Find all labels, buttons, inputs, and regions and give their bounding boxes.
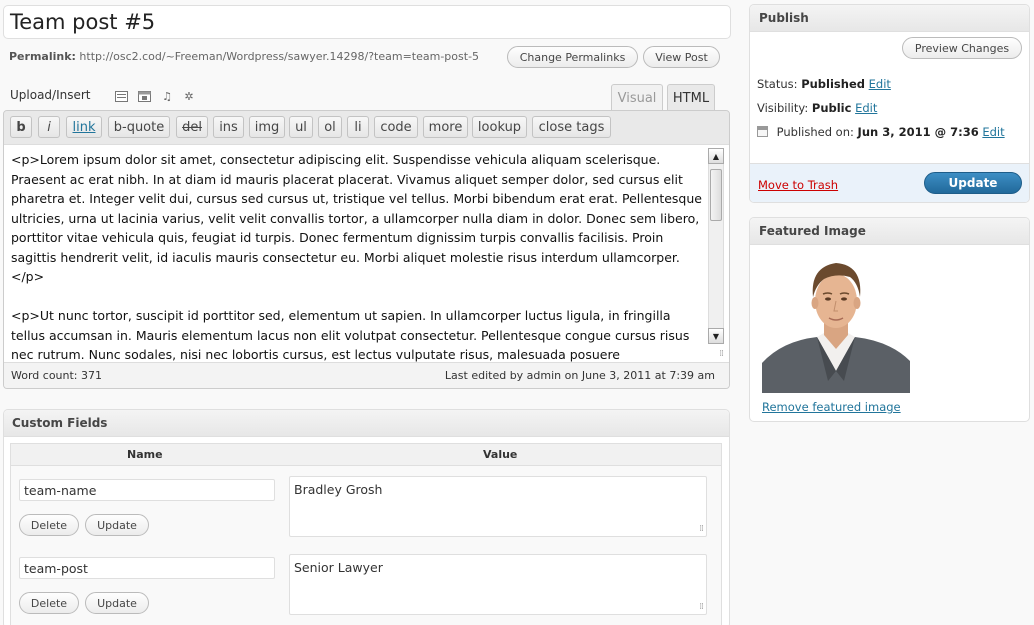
- editor-status-bar: Word count: 371 Last edited by admin on …: [4, 362, 729, 388]
- calendar-icon: [757, 126, 768, 137]
- publish-actions: Move to Trash Update: [750, 163, 1029, 202]
- custom-field-value-textarea[interactable]: Senior Lawyer ⁞⁞: [289, 554, 707, 615]
- scroll-down-icon[interactable]: ▼: [708, 328, 724, 344]
- quicktag-del-button[interactable]: del: [176, 116, 208, 138]
- custom-field-value-text: Bradley Grosh: [294, 482, 383, 497]
- update-field-button[interactable]: Update: [85, 592, 149, 614]
- quicktag-ins-button[interactable]: ins: [213, 116, 244, 138]
- permalink: Permalink: http://osc2.cod/~Freeman/Word…: [9, 50, 479, 63]
- post-title-text: Team post #5: [10, 10, 156, 34]
- remove-featured-image-row: Remove featured image: [762, 400, 901, 414]
- visibility-label: Visibility:: [757, 101, 809, 115]
- quicktag-code-button[interactable]: code: [374, 116, 418, 138]
- published-value: Jun 3, 2011 @ 7:36: [857, 125, 979, 139]
- media-icon[interactable]: ✲: [182, 89, 196, 103]
- scroll-thumb[interactable]: [710, 169, 722, 221]
- custom-field-value-text: Senior Lawyer: [294, 560, 383, 575]
- last-edited: Last edited by admin on June 3, 2011 at …: [444, 369, 715, 382]
- remove-featured-image-link[interactable]: Remove featured image: [762, 400, 901, 414]
- featured-image-box: Featured Image Remove featured image: [749, 217, 1030, 422]
- status-value: Published: [801, 77, 865, 91]
- custom-field-name-input[interactable]: team-post: [19, 557, 275, 579]
- content-text: <p>Lorem ipsum dolor sit amet, consectet…: [11, 152, 702, 362]
- visibility-row: Visibility: Public Edit: [757, 101, 877, 115]
- visibility-value: Public: [811, 101, 852, 115]
- quicktag-img-button[interactable]: img: [249, 116, 285, 138]
- status-row: Status: Published Edit: [757, 77, 891, 91]
- column-name-header: Name: [127, 448, 163, 461]
- quicktag-more-button[interactable]: more: [423, 116, 468, 138]
- scroll-up-icon[interactable]: ▲: [708, 148, 724, 164]
- quicktag-lookup-button[interactable]: lookup: [472, 116, 527, 138]
- delete-field-button[interactable]: Delete: [19, 514, 79, 536]
- update-button[interactable]: Update: [924, 172, 1022, 194]
- video-icon[interactable]: [137, 89, 151, 103]
- status-edit-link[interactable]: Edit: [869, 77, 891, 91]
- resize-grip-icon[interactable]: ⁞⁞: [699, 602, 704, 612]
- custom-fields-table: Name Value team-name Bradley Grosh ⁞⁞ De…: [10, 443, 722, 625]
- custom-fields-box: Custom Fields Name Value team-name Bradl…: [3, 409, 730, 625]
- change-permalinks-button[interactable]: Change Permalinks: [507, 46, 638, 68]
- delete-field-button[interactable]: Delete: [19, 592, 79, 614]
- custom-field-value-textarea[interactable]: Bradley Grosh ⁞⁞: [289, 476, 707, 537]
- quicktags-toolbar: b i link b-quote del ins img ul ol li co…: [4, 111, 729, 143]
- image-icon[interactable]: [114, 89, 128, 103]
- published-edit-link[interactable]: Edit: [982, 125, 1004, 139]
- quicktag-close-tags-button[interactable]: close tags: [532, 116, 611, 138]
- quicktag-bold-button[interactable]: b: [10, 116, 32, 138]
- editor-scrollbar[interactable]: ▲ ▼: [708, 148, 724, 344]
- resize-grip-icon[interactable]: ⁞⁞: [699, 524, 704, 534]
- post-title-input[interactable]: Team post #5: [3, 5, 731, 39]
- upload-insert-label: Upload/Insert: [10, 88, 91, 102]
- quicktag-ol-button[interactable]: ol: [318, 116, 342, 138]
- custom-fields-title[interactable]: Custom Fields: [4, 410, 729, 437]
- status-label: Status:: [757, 77, 798, 91]
- view-post-button[interactable]: View Post: [643, 46, 720, 68]
- published-label: Published on:: [776, 125, 854, 139]
- custom-field-name-input[interactable]: team-name: [19, 479, 275, 501]
- post-editor: b i link b-quote del ins img ul ol li co…: [3, 110, 730, 389]
- custom-fields-header-row: [11, 444, 721, 466]
- resize-grip-icon[interactable]: ⁞⁞: [719, 349, 724, 359]
- column-value-header: Value: [483, 448, 518, 461]
- visibility-edit-link[interactable]: Edit: [855, 101, 877, 115]
- permalink-url[interactable]: http://osc2.cod/~Freeman/Wordpress/sawye…: [79, 50, 479, 63]
- preview-changes-button[interactable]: Preview Changes: [902, 37, 1022, 59]
- quicktag-ul-button[interactable]: ul: [289, 116, 313, 138]
- published-on-row: Published on: Jun 3, 2011 @ 7:36 Edit: [757, 125, 1005, 139]
- quicktag-link-button[interactable]: link: [66, 116, 102, 138]
- move-to-trash-link[interactable]: Move to Trash: [758, 178, 838, 192]
- publish-title[interactable]: Publish: [750, 5, 1029, 32]
- tab-visual[interactable]: Visual: [611, 84, 663, 111]
- update-field-button[interactable]: Update: [85, 514, 149, 536]
- tab-html[interactable]: HTML: [667, 84, 715, 111]
- audio-icon[interactable]: ♫: [160, 89, 174, 103]
- quicktag-blockquote-button[interactable]: b-quote: [108, 116, 170, 138]
- featured-image[interactable]: [762, 253, 910, 393]
- quicktag-italic-button[interactable]: i: [38, 116, 60, 138]
- word-count: Word count: 371: [11, 369, 103, 382]
- permalink-label: Permalink:: [9, 50, 76, 63]
- content-textarea[interactable]: <p>Lorem ipsum dolor sit amet, consectet…: [4, 144, 729, 362]
- featured-image-title[interactable]: Featured Image: [750, 218, 1029, 245]
- quicktag-li-button[interactable]: li: [347, 116, 369, 138]
- publish-box: Publish Preview Changes Status: Publishe…: [749, 4, 1030, 203]
